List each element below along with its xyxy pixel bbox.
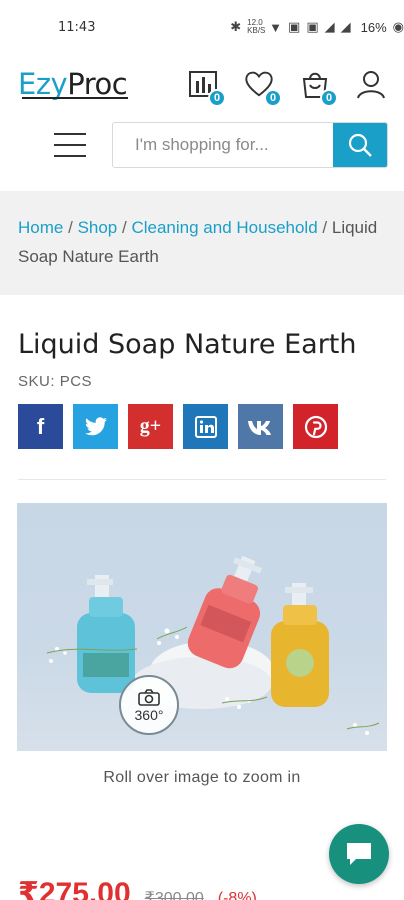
wishlist-button[interactable]: 0 — [244, 69, 282, 107]
site-header: EzyProc 0 0 0 — [0, 54, 404, 114]
googleplus-icon: g+ — [139, 415, 162, 437]
old-price: ₹300.00 — [144, 890, 204, 900]
current-price: ₹275.00 — [18, 877, 131, 900]
volte2-icon: ▣ — [306, 19, 319, 34]
header-icons: 0 0 0 — [188, 69, 386, 107]
product-sku: SKU: PCS — [18, 373, 93, 390]
chat-button[interactable] — [329, 824, 389, 884]
share-googleplus[interactable]: g+ — [128, 404, 173, 449]
breadcrumb: Home / Shop / Cleaning and Household / L… — [0, 191, 404, 295]
share-linkedin[interactable] — [183, 404, 228, 449]
bluetooth-icon: ✱ — [230, 19, 242, 34]
share-facebook[interactable]: f — [18, 404, 63, 449]
account-button[interactable] — [356, 69, 386, 99]
vk-icon — [247, 420, 271, 435]
share-pinterest[interactable] — [293, 404, 338, 449]
cart-count: 0 — [320, 89, 338, 107]
twitter-icon — [84, 416, 107, 435]
view-360-button[interactable]: 360° — [119, 675, 179, 735]
zoom-hint: Roll over image to zoom in — [103, 769, 301, 786]
product-title: Liquid Soap Nature Earth — [18, 329, 357, 360]
share-twitter[interactable] — [73, 404, 118, 449]
battery-level: 16% — [360, 19, 387, 35]
search-input[interactable] — [113, 123, 333, 167]
wishlist-count: 0 — [264, 89, 282, 107]
facebook-icon: f — [36, 413, 45, 439]
compare-count: 0 — [208, 89, 226, 107]
discount-label: (-8%) — [217, 890, 257, 900]
signal2-icon: ◢ — [340, 19, 351, 34]
menu-button[interactable] — [54, 133, 86, 157]
data-speed: 12.0 KB/S — [247, 18, 266, 35]
search-bar — [112, 122, 388, 168]
battery-icon: ◉ — [392, 19, 404, 34]
share-vk[interactable] — [238, 404, 283, 449]
pinterest-icon — [304, 415, 327, 438]
status-bar: 11:43 ✱ 12.0 KB/S ▼ ▣ ▣ ◢ ◢ 16% ◉ — [0, 0, 404, 54]
breadcrumb-category[interactable]: Cleaning and Household — [131, 218, 317, 237]
breadcrumb-shop[interactable]: Shop — [78, 218, 118, 237]
linkedin-icon — [194, 415, 217, 438]
search-row — [0, 114, 404, 176]
status-icons: ✱ 12.0 KB/S ▼ ▣ ▣ ◢ ◢ 16% ◉ — [230, 19, 404, 35]
breadcrumb-home[interactable]: Home — [18, 218, 63, 237]
signal-icon: ◢ — [324, 19, 335, 34]
volte-icon: ▣ — [288, 19, 301, 34]
search-button[interactable] — [333, 123, 387, 167]
wifi-icon: ▼ — [269, 19, 283, 35]
hamburger-icon — [54, 133, 86, 135]
product-image[interactable]: 360° — [17, 503, 387, 751]
search-icon — [348, 133, 372, 157]
divider — [18, 479, 386, 480]
site-logo[interactable]: EzyProc — [18, 67, 128, 101]
cart-button[interactable]: 0 — [300, 69, 338, 107]
chat-icon — [347, 843, 371, 865]
camera-icon — [138, 689, 160, 706]
price-row: ₹275.00 ₹300.00 (-8%) — [18, 876, 257, 900]
badge-360-label: 360° — [134, 707, 164, 723]
user-icon — [357, 71, 385, 99]
status-time: 11:43 — [58, 19, 96, 35]
share-buttons: f g+ — [0, 390, 404, 449]
compare-button[interactable]: 0 — [188, 69, 226, 107]
product-photo — [46, 555, 380, 735]
